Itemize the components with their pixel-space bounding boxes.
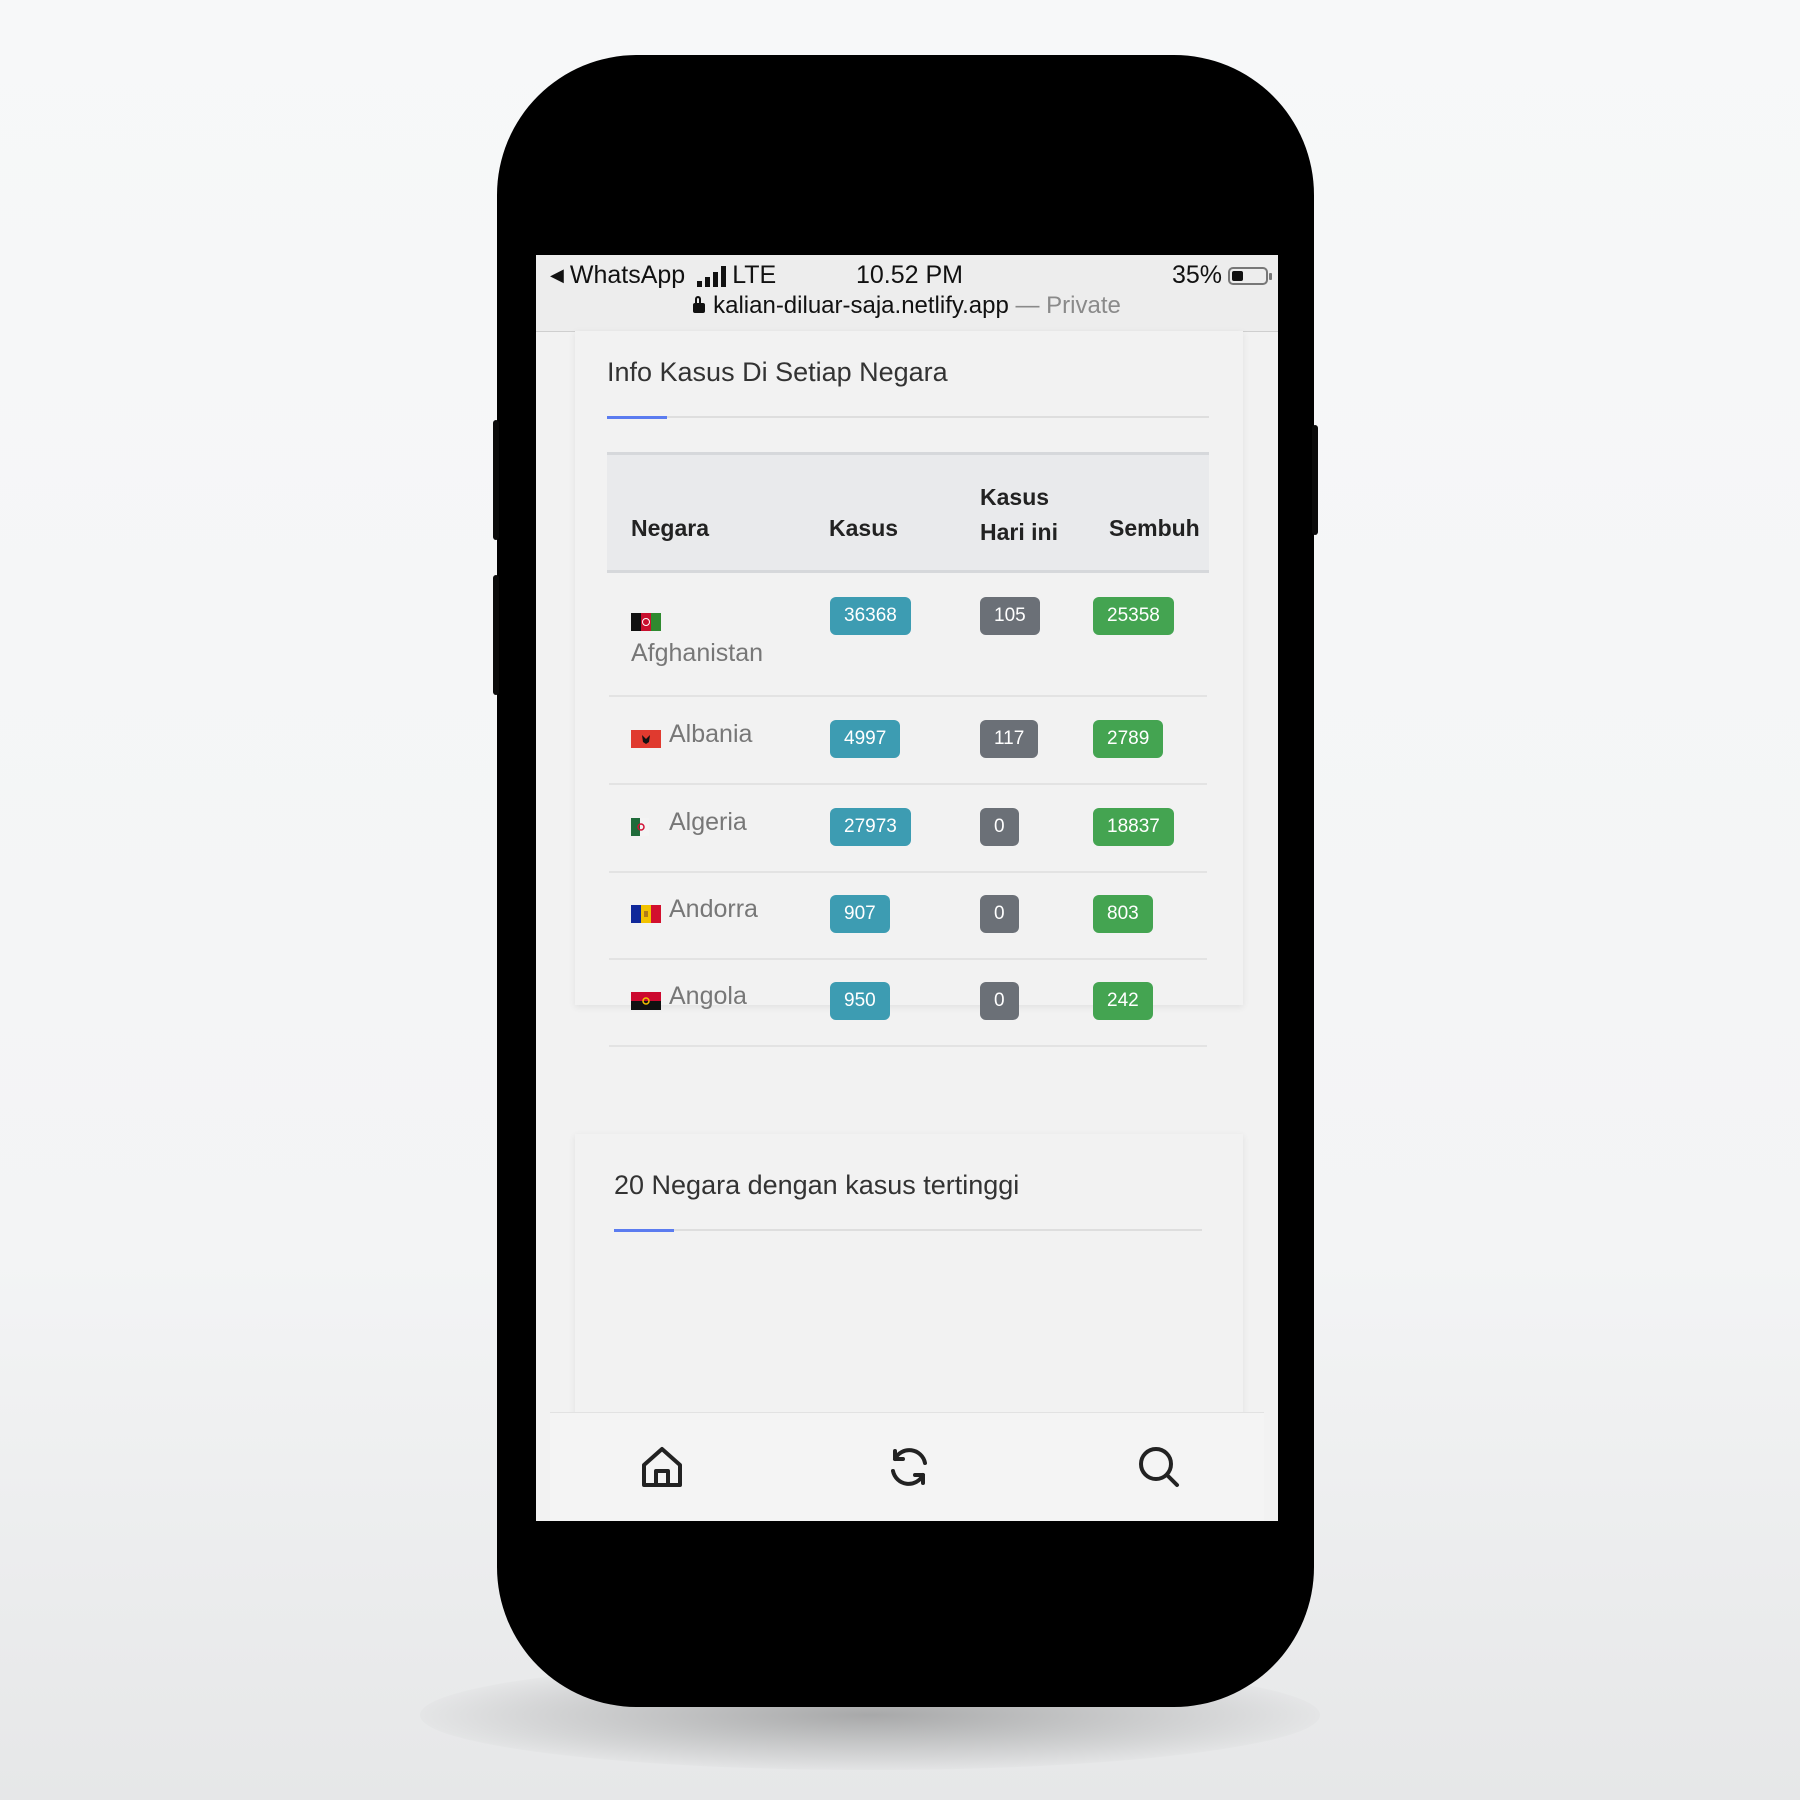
recovered-badge: 18837 — [1093, 808, 1174, 846]
table-header: Negara Kasus Kasus Hari ini Sembuh — [607, 452, 1209, 573]
column-header-today-line1: Kasus — [980, 484, 1050, 510]
column-header-country[interactable]: Negara — [631, 515, 709, 542]
recovered-badge: 803 — [1093, 895, 1153, 933]
title-accent — [607, 416, 667, 419]
table-row: Angola 950 0 242 — [609, 958, 1207, 1047]
home-icon[interactable] — [638, 1443, 686, 1491]
bottom-navigation — [550, 1412, 1264, 1521]
table-row: Algeria 27973 0 18837 — [609, 783, 1207, 873]
country-name: Algeria — [669, 808, 747, 836]
recovered-badge: 2789 — [1093, 720, 1164, 758]
country-name: Afghanistan — [631, 639, 764, 667]
column-header-today-line2: Hari ini — [980, 519, 1058, 545]
signal-icon — [697, 265, 727, 287]
back-app-label[interactable]: WhatsApp — [570, 261, 685, 290]
column-header-today[interactable]: Kasus Hari ini — [980, 480, 1090, 550]
angola-flag-icon — [631, 988, 661, 1010]
cases-badge: 950 — [830, 982, 890, 1020]
country-cell: Albania — [631, 720, 752, 749]
today-badge: 0 — [980, 808, 1019, 846]
today-badge: 117 — [980, 720, 1039, 758]
network-label: LTE — [732, 261, 777, 289]
title-divider — [607, 416, 1209, 419]
status-time: 10.52 PM — [856, 261, 964, 289]
recovered-badge: 242 — [1093, 982, 1153, 1020]
afghanistan-flag-icon — [631, 609, 661, 631]
column-header-recovered[interactable]: Sembuh — [1109, 515, 1200, 542]
country-cell: Afghanistan — [631, 609, 763, 668]
card-title: 20 Negara dengan kasus tertinggi — [614, 1170, 1020, 1200]
private-label: — Private — [1015, 292, 1121, 319]
cases-badge: 27973 — [830, 808, 911, 846]
country-cell: Andorra — [631, 895, 758, 924]
cases-badge: 4997 — [830, 720, 901, 758]
battery-icon — [1228, 266, 1272, 285]
volume-down-button — [493, 575, 499, 695]
cases-badge: 36368 — [830, 597, 911, 635]
status-right: 35% — [1171, 261, 1272, 290]
status-left: ◀ WhatsApp LTE — [550, 261, 776, 290]
today-badge: 0 — [980, 895, 1019, 933]
status-bar: ◀ WhatsApp LTE 10.52 PM 35% kalian-dilua… — [536, 255, 1278, 332]
albania-flag-icon — [631, 726, 661, 748]
url-domain: kalian-diluar-saja.netlify.app — [713, 292, 1009, 319]
column-header-cases[interactable]: Kasus — [829, 515, 898, 542]
country-cell: Algeria — [631, 808, 747, 837]
power-button — [1312, 425, 1318, 535]
lock-icon — [693, 296, 706, 313]
country-cases-card: Info Kasus Di Setiap Negara Negara Kasus… — [575, 331, 1243, 1047]
refresh-icon[interactable] — [885, 1443, 933, 1491]
title-divider — [614, 1229, 1202, 1232]
today-badge: 0 — [980, 982, 1019, 1020]
cases-badge: 907 — [830, 895, 890, 933]
search-icon[interactable] — [1135, 1443, 1183, 1491]
country-name: Angola — [669, 982, 747, 1010]
phone-screen: ◀ WhatsApp LTE 10.52 PM 35% kalian-dilua… — [536, 255, 1278, 1521]
table-row: Andorra 907 0 803 — [609, 871, 1207, 960]
partially-hidden-content — [986, 1403, 1056, 1434]
table-row: Afghanistan 36368 105 25358 — [609, 573, 1207, 697]
battery-percent: 35% — [1171, 261, 1222, 289]
country-cell: Angola — [631, 982, 747, 1011]
volume-up-button — [493, 420, 499, 540]
title-accent — [614, 1229, 674, 1232]
andorra-flag-icon — [631, 901, 661, 923]
country-name: Andorra — [669, 895, 758, 923]
today-badge: 105 — [980, 597, 1040, 635]
back-arrow-icon[interactable]: ◀ — [550, 265, 564, 286]
country-name: Albania — [669, 720, 753, 748]
card-title: Info Kasus Di Setiap Negara — [607, 357, 948, 387]
recovered-badge: 25358 — [1093, 597, 1174, 635]
url-bar[interactable]: kalian-diluar-saja.netlify.app — Private — [536, 292, 1278, 320]
algeria-flag-icon — [631, 814, 661, 836]
table-row: Albania 4997 117 2789 — [609, 695, 1207, 785]
